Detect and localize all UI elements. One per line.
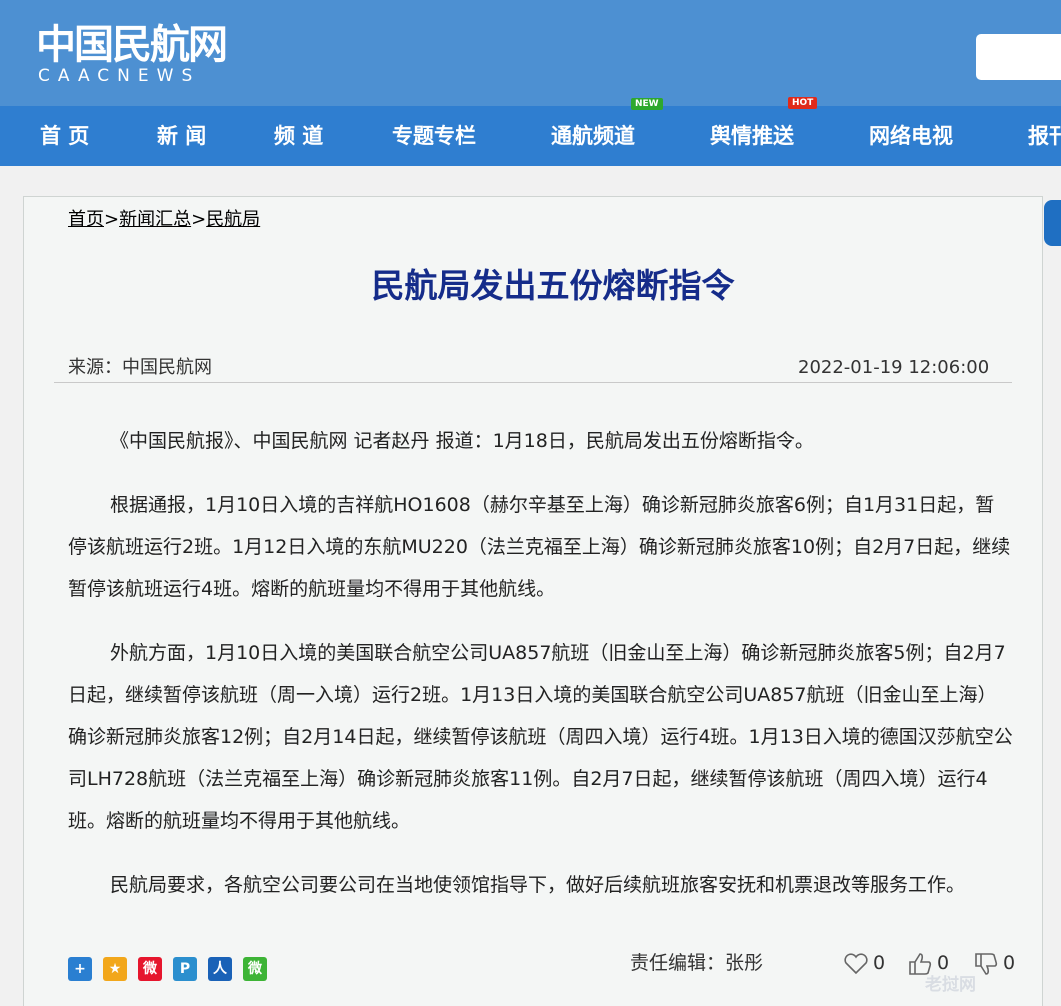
hot-badge: HOT xyxy=(788,97,818,109)
nav-item-news[interactable]: 新 闻 xyxy=(157,106,206,166)
nav-item-home[interactable]: 首 页 xyxy=(40,106,89,166)
breadcrumb-separator: > xyxy=(104,209,120,230)
nav-item-general-aviation[interactable]: 通航频道 xyxy=(551,106,635,166)
main-nav: 首 页 新 闻 频 道 专题专栏 通航频道 舆情推送 网络电视 报刊 xyxy=(0,106,1061,166)
breadcrumb-news-summary-link[interactable]: 新闻汇总 xyxy=(119,209,191,230)
side-float-tab[interactable] xyxy=(1044,200,1061,246)
logo-en-text: CAACNEWS xyxy=(38,66,201,86)
nav-item-public-opinion[interactable]: 舆情推送 xyxy=(710,106,794,166)
article-source: 来源：中国民航网 xyxy=(68,357,212,378)
breadcrumb-caac-link[interactable]: 民航局 xyxy=(206,209,260,230)
search-input[interactable] xyxy=(976,34,1061,80)
wechat-icon[interactable]: 微 xyxy=(243,957,267,981)
breadcrumb-separator: > xyxy=(191,209,207,230)
nav-item-newspaper[interactable]: 报刊 xyxy=(1028,106,1061,166)
more-share-icon[interactable]: + xyxy=(68,957,92,981)
thumbs-down-button[interactable]: 0 xyxy=(973,950,1015,976)
thumbs-down-icon xyxy=(975,952,998,975)
like-button[interactable]: 0 xyxy=(843,950,885,976)
article-datetime: 2022-01-19 12:06:00 xyxy=(798,357,990,378)
nav-item-channels[interactable]: 频 道 xyxy=(274,106,323,166)
site-header: 中国民航网 CAACNEWS xyxy=(0,0,1061,106)
breadcrumb: 首页>新闻汇总>民航局 xyxy=(68,208,260,232)
new-badge: NEW xyxy=(631,98,663,110)
article-title: 民航局发出五份熔断指令 xyxy=(371,266,735,305)
qzone-icon[interactable]: ★ xyxy=(103,957,127,981)
article-paragraph: 根据通报，1月10日入境的吉祥航HO1608（赫尔辛基至上海）确诊新冠肺炎旅客6… xyxy=(68,494,1011,600)
watermark: 老挝网 xyxy=(925,975,976,995)
breadcrumb-home-link[interactable]: 首页 xyxy=(68,209,104,230)
renren-icon[interactable]: 人 xyxy=(208,957,232,981)
article-paragraph: 《中国民航报》、中国民航网 记者赵丹 报道：1月18日，民航局发出五份熔断指令。 xyxy=(110,430,814,452)
logo-cn-text: 中国民航网 xyxy=(36,22,228,68)
tencent-weibo-icon[interactable]: P xyxy=(173,957,197,981)
article-paragraph: 外航方面，1月10日入境的美国联合航空公司UA857航班（旧金山至上海）确诊新冠… xyxy=(68,642,1013,832)
site-logo[interactable]: 中国民航网 CAACNEWS xyxy=(36,22,256,88)
meta-divider xyxy=(54,382,1012,383)
article-paragraph: 民航局要求，各航空公司要公司在当地使领馆指导下，做好后续航班旅客安抚和机票退改等… xyxy=(110,874,966,896)
thumbs-down-count: 0 xyxy=(1003,952,1016,974)
nav-item-network-tv[interactable]: 网络电视 xyxy=(869,106,953,166)
weibo-icon[interactable]: 微 xyxy=(138,957,162,981)
nav-item-topics[interactable]: 专题专栏 xyxy=(392,106,476,166)
heart-icon xyxy=(844,952,868,974)
article-body: 《中国民航报》、中国民航网 记者赵丹 报道：1月18日，民航局发出五份熔断指令。… xyxy=(68,420,1013,928)
like-count: 0 xyxy=(873,952,886,974)
article-editor: 责任编辑：张彤 xyxy=(630,952,764,974)
